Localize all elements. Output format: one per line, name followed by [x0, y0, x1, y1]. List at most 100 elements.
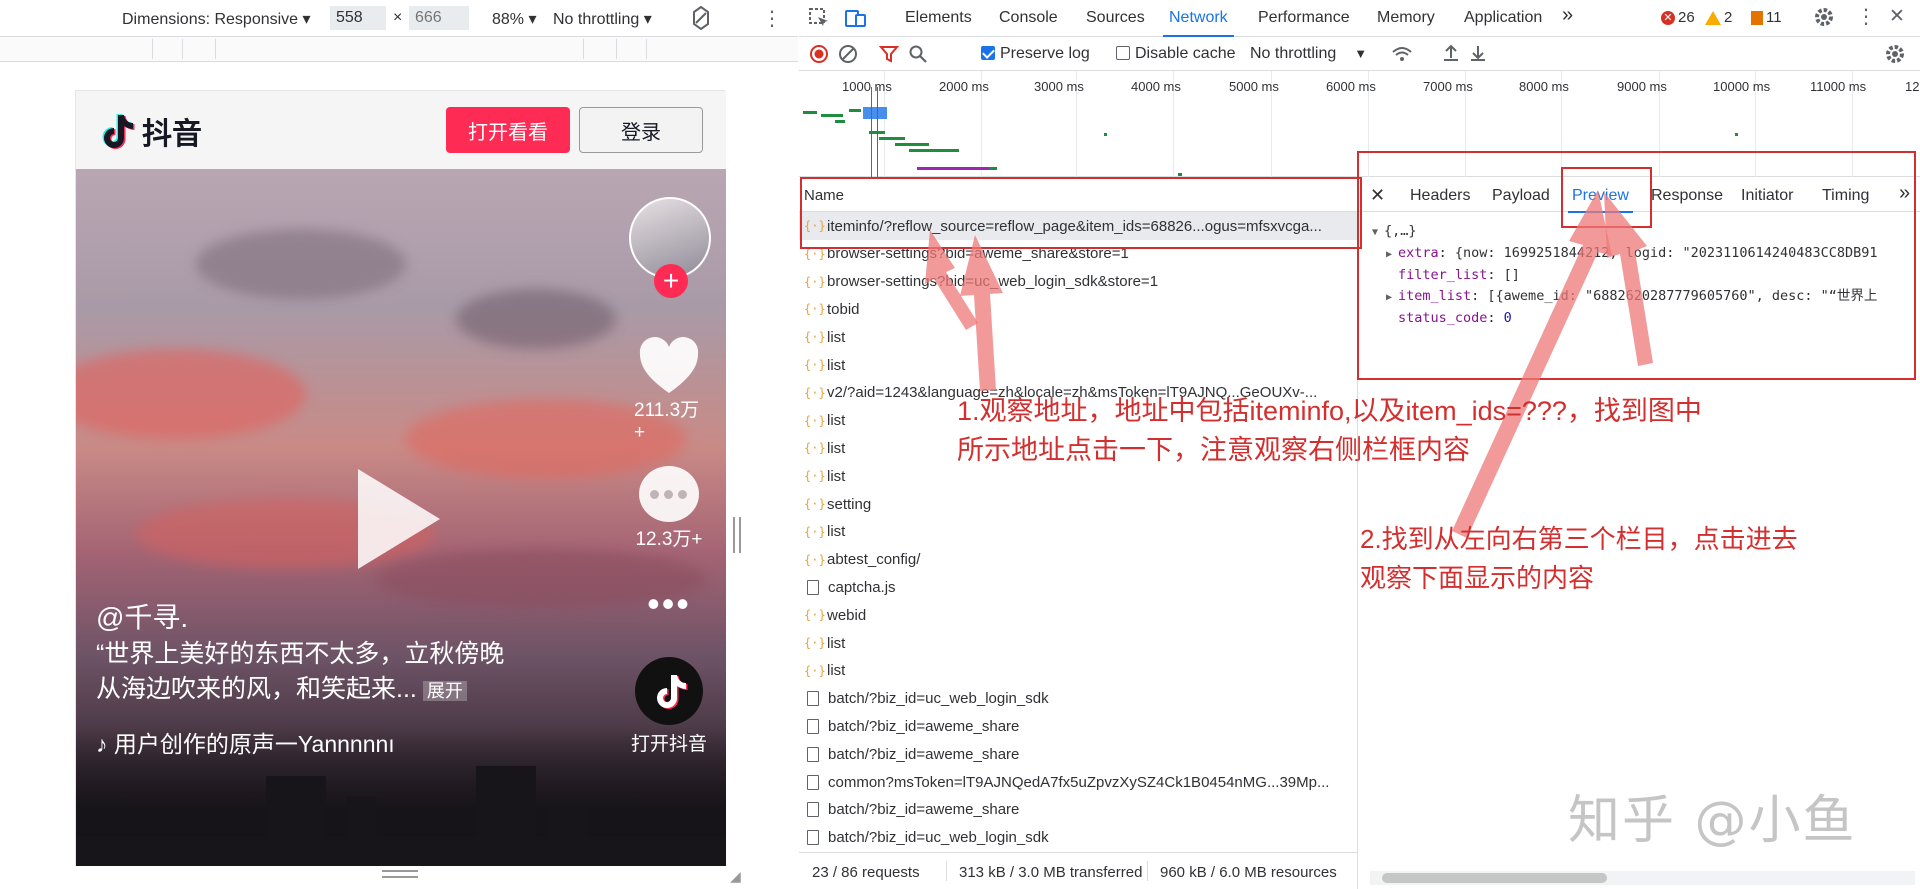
request-list[interactable]: {·} iteminfo/?reflow_source=reflow_page&i…	[799, 212, 1357, 852]
request-row[interactable]: {·} iteminfo/?reflow_source=reflow_page&i…	[799, 212, 1357, 240]
tab-performance[interactable]: Performance	[1258, 9, 1350, 27]
tiktok-icon	[635, 657, 703, 725]
request-row[interactable]: {·} list	[799, 323, 1357, 351]
horizontal-scrollbar[interactable]	[1370, 871, 1915, 885]
expand-arrow-icon[interactable]: ▶	[1386, 287, 1398, 308]
network-overview-timeline[interactable]: 1000 ms 2000 ms 3000 ms 4000 ms 5000 ms 6000 …	[799, 71, 1920, 177]
json-extra[interactable]: ▶ extra: {now: 1699251844212, logid: "202…	[1372, 243, 1878, 265]
times-sign: ×	[393, 9, 403, 26]
request-name: batch/?biz_id=uc_web_login_sdk	[828, 829, 1049, 847]
import-har-icon[interactable]	[1441, 43, 1461, 63]
comment-control[interactable]: 12.3万+	[634, 466, 704, 551]
zoom-label: 88%	[492, 11, 525, 28]
close-devtools-icon[interactable]: ✕	[1889, 5, 1905, 28]
tab-memory[interactable]: Memory	[1377, 9, 1435, 27]
request-row[interactable]: captcha.js	[799, 573, 1357, 601]
tab-console[interactable]: Console	[999, 9, 1058, 27]
tab-application[interactable]: Application	[1464, 9, 1542, 27]
settings-gear-icon[interactable]	[1813, 6, 1835, 28]
play-icon[interactable]	[358, 469, 440, 569]
request-row[interactable]: {·} list	[799, 657, 1357, 685]
export-har-icon[interactable]	[1468, 43, 1488, 63]
request-row[interactable]: batch/?biz_id=aweme_share	[799, 796, 1357, 824]
device-toggle-icon[interactable]	[845, 7, 867, 29]
video-player[interactable]: + 211.3万+ 12.3万+ ••• 打开抖音 @千寻. “世界上美好的东西…	[76, 169, 726, 866]
height-input[interactable]	[409, 6, 469, 30]
clear-icon[interactable]	[838, 44, 858, 64]
inspect-icon[interactable]	[808, 7, 830, 29]
follow-plus-icon[interactable]: +	[654, 264, 688, 298]
issues-badge[interactable]: 11	[1751, 9, 1782, 26]
request-row[interactable]: batch/?biz_id=aweme_share	[799, 740, 1357, 768]
author-name[interactable]: @千寻.	[96, 596, 188, 636]
xhr-icon: {·}	[804, 385, 826, 400]
requests-count: 23 / 86 requests	[812, 864, 920, 881]
expand-arrow-icon[interactable]: ▼	[1372, 222, 1384, 243]
login-button[interactable]: 登录	[579, 107, 703, 153]
request-row[interactable]: batch/?biz_id=uc_web_login_sdk	[799, 824, 1357, 852]
expand-button[interactable]: 展开	[422, 681, 467, 701]
resize-corner-icon[interactable]: ◢	[730, 868, 741, 885]
tab-preview[interactable]: Preview	[1568, 187, 1633, 213]
search-icon[interactable]	[908, 44, 928, 64]
width-input[interactable]	[330, 6, 386, 30]
network-settings-icon[interactable]	[1884, 43, 1906, 65]
request-row[interactable]: batch/?biz_id=uc_web_login_sdk	[799, 685, 1357, 713]
request-row[interactable]: {·} list	[799, 351, 1357, 379]
more-options-icon[interactable]: ⋮	[762, 6, 782, 31]
request-row[interactable]: {·} tobid	[799, 295, 1357, 323]
preserve-log-checkbox[interactable]: Preserve log	[981, 45, 1090, 63]
request-row[interactable]: {·} browser-settings?bid=aweme_share&stor…	[799, 240, 1357, 268]
request-row[interactable]: batch/?biz_id=aweme_share	[799, 712, 1357, 740]
request-row[interactable]: {·} browser-settings?bid=uc_web_login_sdk…	[799, 268, 1357, 296]
like-control[interactable]: 211.3万+	[634, 337, 704, 444]
json-filter-list: filter_list: []	[1398, 267, 1520, 283]
tab-timing[interactable]: Timing	[1822, 187, 1869, 205]
request-row[interactable]: {·} webid	[799, 601, 1357, 629]
close-detail-icon[interactable]: ✕	[1370, 185, 1385, 206]
disable-cache-checkbox[interactable]: Disable cache	[1116, 45, 1236, 63]
dimensions-label: Dimensions: Responsive	[122, 11, 299, 28]
customize-menu-icon[interactable]: ⋮	[1856, 4, 1876, 29]
tab-headers[interactable]: Headers	[1410, 187, 1470, 205]
network-throttling-dropdown[interactable]: No throttling ▼	[1250, 45, 1367, 63]
request-row[interactable]: common?msToken=lT9AJNQedA7fx5uZpvzXySZ4C…	[799, 768, 1357, 796]
more-icon[interactable]: •••	[634, 586, 704, 622]
tab-initiator[interactable]: Initiator	[1741, 187, 1793, 205]
network-conditions-icon[interactable]	[1391, 44, 1413, 64]
warning-badge[interactable]: 2	[1705, 9, 1732, 26]
request-row[interactable]: {·} list	[799, 518, 1357, 546]
request-row[interactable]: {·} setting	[799, 490, 1357, 518]
tab-network[interactable]: Network	[1163, 9, 1234, 37]
json-root[interactable]: ▼ {,…}	[1372, 221, 1878, 243]
json-item-list[interactable]: ▶ item_list: [{aweme_id: "688262028777960…	[1372, 286, 1878, 308]
resize-handle-bottom[interactable]	[382, 870, 418, 878]
name-column-header[interactable]: Name	[799, 177, 1357, 212]
tab-response[interactable]: Response	[1651, 187, 1723, 205]
document-icon	[807, 802, 819, 818]
record-icon[interactable]	[809, 44, 829, 64]
throttling-dropdown[interactable]: No throttling ▾	[553, 9, 652, 29]
dimensions-dropdown[interactable]: Dimensions: Responsive ▾	[122, 9, 311, 29]
more-detail-tabs-icon[interactable]: »	[1899, 182, 1910, 205]
scrollbar-thumb[interactable]	[1382, 873, 1607, 883]
tab-elements[interactable]: Elements	[905, 9, 972, 27]
tab-payload[interactable]: Payload	[1492, 187, 1550, 205]
resize-handle-right[interactable]	[733, 517, 741, 553]
error-badge[interactable]: ✕ 26	[1661, 9, 1695, 26]
expand-arrow-icon[interactable]: ▶	[1386, 244, 1398, 265]
request-name: list	[827, 467, 846, 485]
tab-sources[interactable]: Sources	[1086, 9, 1145, 27]
filter-icon[interactable]	[879, 44, 899, 64]
request-name: webid	[827, 606, 867, 624]
open-app-button[interactable]: 打开看看	[446, 107, 570, 153]
open-app-shortcut[interactable]: 打开抖音	[631, 657, 707, 756]
more-tabs-icon[interactable]: »	[1562, 4, 1573, 27]
request-row[interactable]: {·} abtest_config/	[799, 546, 1357, 574]
zoom-dropdown[interactable]: 88% ▾	[492, 9, 537, 29]
music-info[interactable]: ♪ 用户创作的原声一Yannnnnı	[96, 725, 451, 759]
rotate-icon[interactable]	[688, 5, 714, 36]
douyin-logo[interactable]: 抖音	[96, 109, 202, 153]
preview-json-tree[interactable]: ▼ {,…} ▶ extra: {now: 1699251844212, logid…	[1372, 221, 1878, 329]
request-row[interactable]: {·} list	[799, 629, 1357, 657]
